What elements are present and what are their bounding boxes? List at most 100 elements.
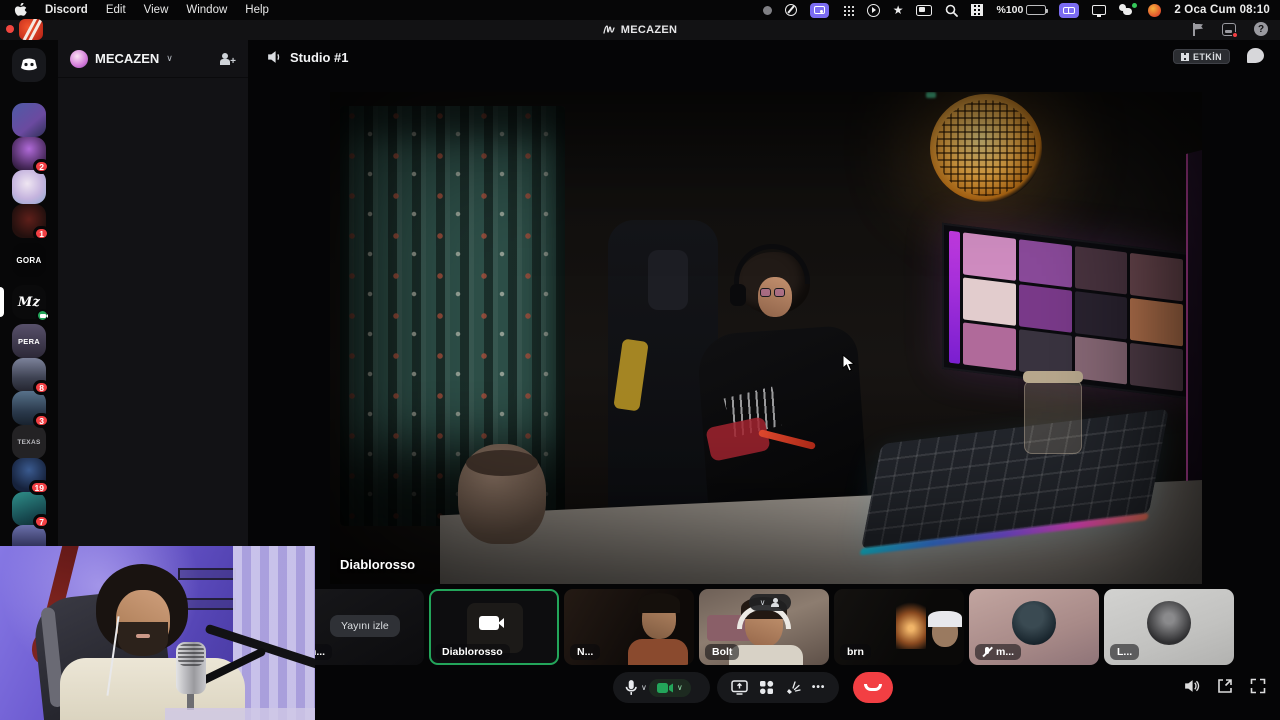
unread-dot [1232, 31, 1238, 38]
server-avatar [70, 49, 88, 68]
window-close-button[interactable] [6, 25, 14, 33]
honeycomb-lamp [930, 94, 1042, 202]
condenser-microphone [176, 642, 206, 710]
mic-options-chevron[interactable]: ∨ [641, 683, 647, 692]
soundboard-button[interactable] [785, 680, 801, 695]
server-icon-mecazen[interactable]: Mz [12, 285, 49, 322]
green-led [926, 92, 936, 98]
person-shirt [729, 645, 803, 665]
spotlight-search-icon[interactable] [945, 4, 959, 17]
tile-diablorosso[interactable]: Diablorosso [429, 589, 559, 665]
media-play-icon[interactable] [866, 3, 880, 17]
qr-scanner-icon[interactable] [971, 4, 984, 16]
server-icon-9[interactable]: 3 [12, 391, 50, 428]
open-chat-icon[interactable] [1247, 48, 1264, 63]
menu-item-discord[interactable]: Discord [45, 4, 88, 16]
server-header[interactable]: MECAZEN ∨ [58, 40, 248, 78]
stage-video-diablorosso[interactable]: Diablorosso [330, 92, 1202, 584]
app-status-icon[interactable] [1148, 3, 1162, 17]
mouse-cursor [842, 354, 855, 372]
tile-brn[interactable]: brn [834, 589, 964, 665]
menu-item-help[interactable]: Help [245, 4, 269, 16]
user-switch-icon[interactable] [1119, 3, 1138, 16]
battery-icon [1026, 5, 1049, 15]
tile-bolt[interactable]: ∨ Bolt [699, 589, 829, 665]
avatar [1147, 601, 1191, 645]
server-icon-texas[interactable]: TEXAS [12, 425, 46, 459]
server-badge: 1 [33, 226, 50, 241]
camera-on-icon [479, 616, 504, 630]
screen-share-active-icon[interactable] [809, 2, 829, 18]
server-icon-pera[interactable]: PERA [12, 324, 46, 358]
stage-manager-active-icon[interactable] [1059, 2, 1080, 18]
menu-item-edit[interactable]: Edit [106, 4, 126, 16]
fullscreen-icon[interactable] [1250, 678, 1266, 694]
microphone-button[interactable] [623, 679, 639, 696]
wallet-card-icon[interactable] [916, 4, 933, 16]
christmas-tree-glow [896, 597, 926, 649]
server-icon-home[interactable] [12, 48, 46, 82]
popout-player-icon[interactable] [1217, 678, 1233, 694]
server-icon-3[interactable] [12, 170, 46, 204]
online-dot [1132, 3, 1138, 8]
voice-channel-main: Studio #1 ETKİN Diablorosso Yayını izle … [248, 40, 1280, 720]
headset-earcup [730, 284, 746, 306]
person-mouth [136, 634, 150, 638]
activity-active-badge[interactable]: ETKİN [1173, 49, 1230, 64]
headset [734, 244, 810, 284]
inbox-icon[interactable] [1222, 22, 1238, 38]
tile-m-muted[interactable]: m... [969, 589, 1099, 665]
watch-stream-button[interactable]: Yayını izle [330, 615, 400, 637]
activities-button[interactable] [759, 680, 774, 695]
battery-indicator[interactable]: %100 [996, 4, 1049, 16]
tile-hover-menu[interactable]: ∨ [749, 594, 791, 611]
menu-item-window[interactable]: Window [186, 4, 227, 16]
invite-plus-icon[interactable]: + [230, 56, 236, 67]
server-icon-12[interactable]: 7 [12, 492, 50, 529]
menu-bar-clock[interactable]: 2 Oca Cum 08:10 [1174, 4, 1270, 16]
notifications-flag-icon[interactable] [1192, 22, 1204, 36]
titlebar-title: MECAZEN [620, 24, 678, 36]
server-badge: 7 [33, 514, 50, 529]
network-globe-icon[interactable] [784, 4, 797, 16]
app-flame-logo [19, 19, 43, 40]
discord-titlebar: MECAZEN ? [0, 20, 1280, 40]
streaming-camera-badge [36, 309, 49, 322]
camera-button-active[interactable]: ∨ [648, 678, 691, 697]
screen-share-button[interactable] [730, 680, 748, 695]
more-options-button[interactable]: ••• [812, 682, 826, 693]
active-server-indicator [0, 287, 4, 317]
tile-l[interactable]: L... [1104, 589, 1234, 665]
person-hair [638, 593, 680, 613]
server-icon-8[interactable]: 8 [12, 358, 50, 395]
server-icon-4[interactable]: 1 [12, 204, 50, 241]
disconnect-button[interactable] [853, 672, 893, 703]
battery-percent: %100 [996, 4, 1024, 16]
profile-icon [770, 598, 780, 607]
chevron-down-icon: ∨ [759, 598, 766, 607]
main-header: Studio #1 ETKİN [248, 40, 1280, 74]
camera-options-chevron[interactable]: ∨ [677, 683, 683, 692]
server-icon-gora[interactable]: GORA [12, 243, 46, 277]
tile-n[interactable]: N... [564, 589, 694, 665]
phone-down-icon [864, 684, 882, 691]
stream-volume-icon[interactable] [1182, 678, 1200, 694]
server-icon-1[interactable] [12, 103, 46, 137]
server-icon-11[interactable]: 19 [12, 458, 50, 495]
coffee-mug [458, 444, 546, 544]
second-monitor-edge [1186, 150, 1202, 484]
participant-tiles-strip: Yayını izle m... Diablorosso N... ∨ Bolt [294, 589, 1234, 665]
glasses [760, 288, 790, 298]
macos-menu-bar: Discord Edit View Window Help ★ %100 2 O… [0, 0, 1280, 20]
apple-menu-icon[interactable] [14, 2, 27, 18]
avatar [1012, 601, 1056, 645]
titlebar-server-logo-icon [603, 24, 615, 36]
launchpad-grid-icon[interactable] [841, 4, 854, 16]
menu-item-view[interactable]: View [144, 4, 169, 16]
record-status-icon[interactable] [762, 5, 772, 15]
shortcuts-star-icon[interactable]: ★ [893, 4, 904, 16]
help-icon[interactable]: ? [1254, 22, 1268, 36]
display-settings-icon[interactable] [1092, 5, 1107, 17]
mic-muted-icon [982, 646, 992, 658]
server-icon-2[interactable]: 2 [12, 137, 50, 174]
